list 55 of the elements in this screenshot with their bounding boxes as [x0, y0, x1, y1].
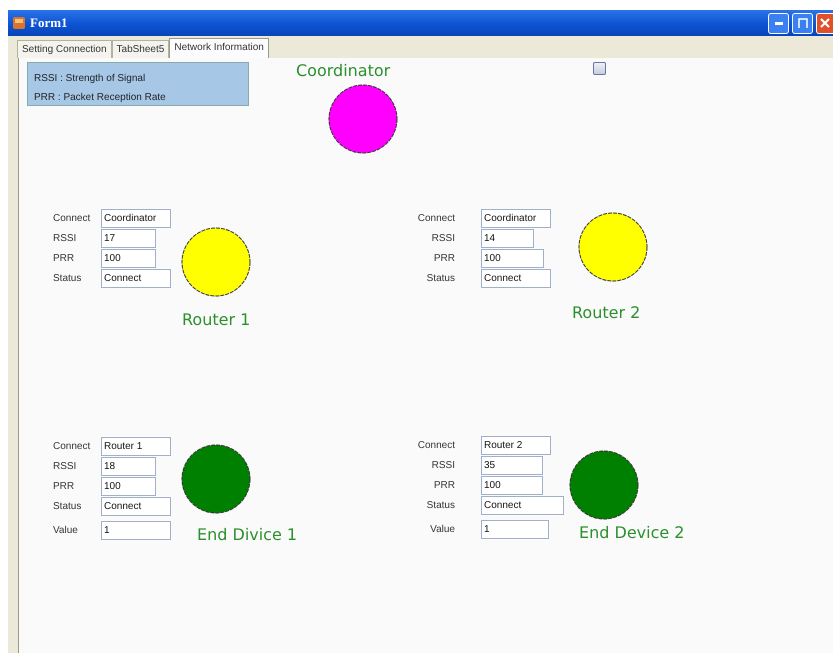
field-label: Status [426, 500, 455, 510]
window-title: Form1 [30, 15, 68, 31]
text-field[interactable]: Connect [101, 268, 171, 288]
field-label: Connect [53, 212, 92, 224]
field-label: RSSI [430, 460, 455, 470]
tab[interactable]: Setting Connection [17, 40, 112, 58]
field-label: PRR [53, 480, 76, 492]
text-field[interactable]: 17 [101, 228, 156, 248]
tab[interactable]: Network Information [169, 38, 269, 58]
field-label: RSSI [430, 232, 455, 244]
maximize-button[interactable] [792, 12, 813, 34]
minimize-icon [774, 22, 782, 24]
field-label: Value [53, 524, 79, 536]
tab[interactable]: TabSheet5 [112, 40, 170, 58]
text-field[interactable]: Connect [101, 496, 171, 516]
field-label: PRR [432, 252, 455, 264]
text-field[interactable]: 1 [481, 520, 549, 538]
checkbox[interactable] [593, 62, 606, 75]
node-label: End Device 2 [579, 523, 684, 542]
maximize-icon [798, 18, 808, 28]
legend-text: PRR : Packet Reception Rate [34, 91, 167, 105]
legend-text: RSSI : Strength of Signal [34, 72, 146, 86]
text-field[interactable]: 14 [481, 228, 534, 248]
node-label: Coordinator [296, 61, 390, 80]
field-label: RSSI [53, 232, 78, 244]
field-label: Status [53, 500, 82, 512]
text-field[interactable]: 100 [101, 248, 156, 268]
text-field[interactable]: 100 [481, 476, 543, 494]
field-label: PRR [432, 480, 455, 490]
app-icon [13, 17, 25, 29]
field-label: Connect [53, 440, 92, 452]
field-label: Status [426, 272, 455, 284]
minimize-button[interactable] [768, 12, 789, 34]
text-field[interactable]: 100 [481, 248, 544, 268]
field-label: PRR [53, 252, 76, 264]
text-field[interactable]: 35 [481, 456, 543, 474]
node-label: Router 2 [572, 303, 640, 322]
field-label: Connect [416, 440, 455, 450]
text-field[interactable]: Coordinator [101, 208, 171, 228]
text-field[interactable]: Router 1 [101, 436, 171, 456]
text-field[interactable]: Connect [481, 268, 551, 288]
node-label: Router 1 [182, 310, 250, 329]
text-field[interactable]: Connect [481, 496, 564, 514]
text-field[interactable]: Router 2 [481, 436, 551, 454]
field-label: Connect [416, 212, 455, 224]
node-label: End Divice 1 [197, 525, 298, 544]
close-icon [820, 18, 830, 28]
text-field[interactable]: 18 [101, 456, 156, 476]
text-field[interactable]: Coordinator [481, 208, 551, 228]
field-label: RSSI [53, 460, 78, 472]
field-label: Status [53, 272, 82, 284]
text-field[interactable]: 1 [101, 520, 171, 540]
close-button[interactable] [816, 12, 833, 34]
field-label: Value [429, 524, 455, 534]
text-field[interactable]: 100 [101, 476, 156, 496]
